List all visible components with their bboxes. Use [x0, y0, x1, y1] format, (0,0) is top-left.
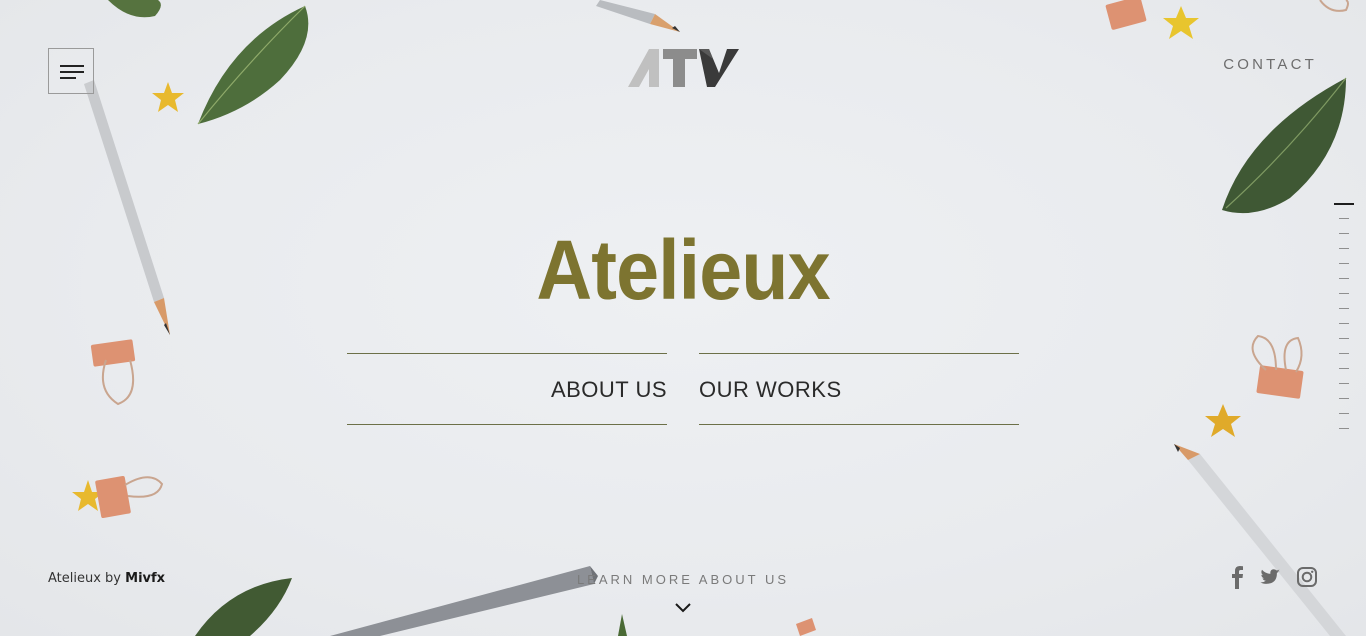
pencil-decoration — [596, 0, 680, 32]
hamburger-icon — [60, 65, 84, 67]
star-decoration — [72, 480, 104, 511]
section-indicator[interactable] — [1334, 203, 1354, 433]
facebook-icon[interactable] — [1226, 565, 1248, 589]
logo-mark — [628, 49, 739, 87]
section-indicator-tick[interactable] — [1339, 368, 1349, 369]
star-decoration — [1163, 6, 1199, 39]
section-indicator-tick[interactable] — [1339, 218, 1349, 219]
section-indicator-tick[interactable] — [1339, 428, 1349, 429]
page-title: Atelieux — [536, 223, 830, 317]
section-indicator-tick[interactable] — [1339, 263, 1349, 264]
instagram-icon[interactable] — [1296, 565, 1318, 589]
section-indicator-tick[interactable] — [1339, 308, 1349, 309]
star-decoration — [152, 82, 184, 112]
site-logo[interactable]: ATV — [627, 47, 739, 89]
hamburger-icon-line — [60, 77, 76, 79]
star-decoration — [1205, 404, 1241, 437]
leaf-decoration — [618, 614, 627, 636]
clip-decoration — [90, 339, 136, 406]
section-indicator-tick[interactable] — [1339, 338, 1349, 339]
section-indicator-tick[interactable] — [1339, 383, 1349, 384]
logo-text: ATV — [739, 47, 740, 48]
section-indicator-tick[interactable] — [1339, 398, 1349, 399]
clip-decoration — [796, 618, 816, 636]
our-works-link[interactable]: OUR WORKS — [699, 353, 1019, 425]
learn-more-link[interactable]: LEARN MORE ABOUT US — [0, 572, 1366, 587]
clip-decoration — [1319, 0, 1349, 12]
section-indicator-tick[interactable] — [1339, 233, 1349, 234]
leaf-decoration — [1222, 77, 1347, 214]
twitter-icon[interactable] — [1259, 565, 1281, 589]
hamburger-icon-line — [60, 71, 84, 73]
chevron-down-icon[interactable] — [674, 602, 692, 614]
pencil-decoration — [1174, 444, 1346, 636]
section-indicator-tick[interactable] — [1339, 413, 1349, 414]
section-indicator-tick[interactable] — [1339, 353, 1349, 354]
contact-link[interactable]: CONTACT — [1223, 56, 1317, 73]
hero-section: ATV CONTACT Atelieux ABOUT US OUR WORKS … — [0, 0, 1366, 636]
clip-decoration — [1105, 0, 1147, 30]
section-indicator-tick[interactable] — [1334, 203, 1354, 205]
about-us-link[interactable]: ABOUT US — [347, 353, 667, 425]
section-indicator-tick[interactable] — [1339, 248, 1349, 249]
section-indicator-tick[interactable] — [1339, 323, 1349, 324]
clip-decoration — [1251, 334, 1304, 399]
section-indicator-tick[interactable] — [1339, 278, 1349, 279]
section-indicator-tick[interactable] — [1339, 293, 1349, 294]
menu-button[interactable] — [48, 48, 94, 94]
clip-decoration — [95, 476, 164, 518]
leaf-decoration — [108, 0, 309, 125]
